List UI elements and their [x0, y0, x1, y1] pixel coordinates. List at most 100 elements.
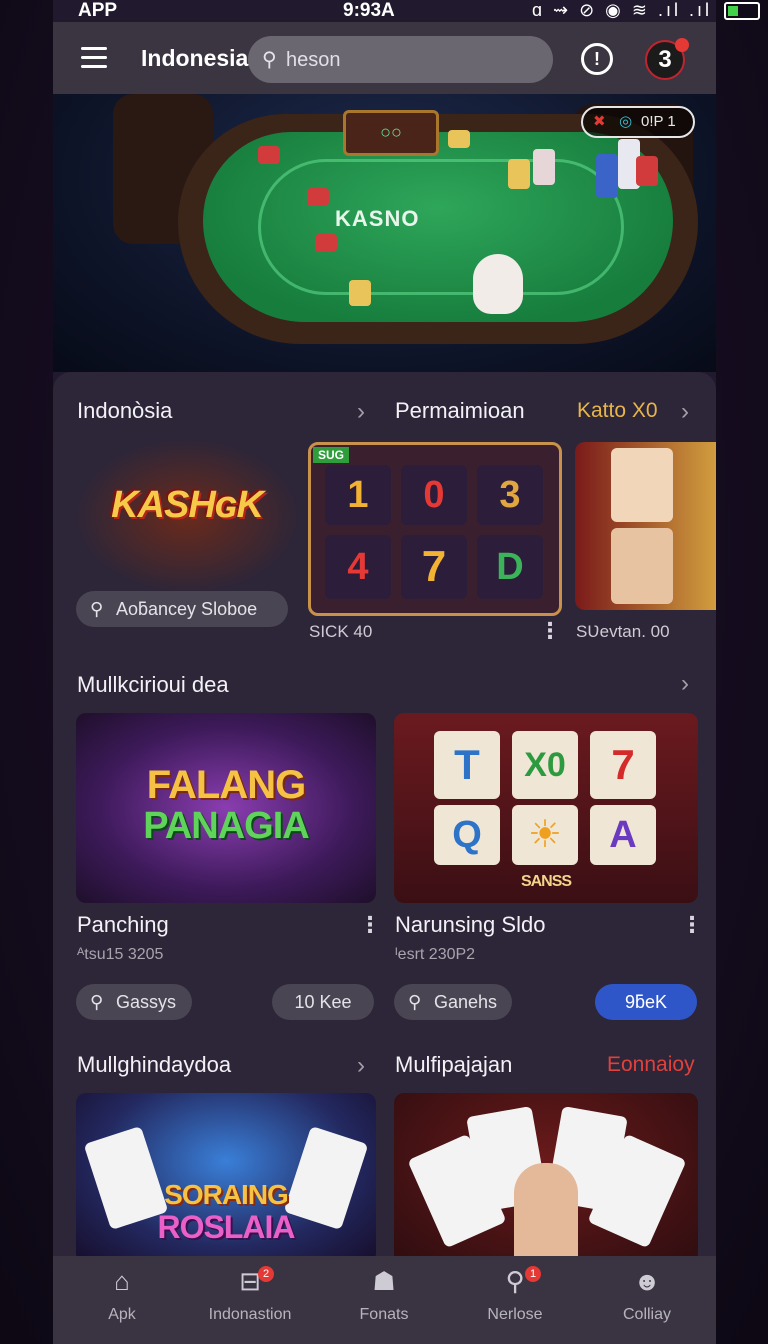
slot-reel: 3 [477, 465, 543, 525]
game-thumbnail[interactable]: FALANG PANAGIA [76, 713, 376, 903]
character-portrait [514, 1163, 578, 1256]
inbox-icon: ⊟ [239, 1266, 261, 1296]
character-portrait [611, 448, 673, 522]
game-title[interactable]: Panching [77, 912, 169, 938]
chip-stack-icon [315, 234, 337, 252]
game-label: SICK 40 [309, 622, 373, 641]
more-options-icon[interactable]: ⋮ [681, 912, 703, 938]
game-thumb-subtitle: ROSLAIA [157, 1209, 296, 1245]
nav-item-nerlose[interactable]: ⚲ 1 Nerlose [455, 1266, 575, 1324]
slot-reel: 7 [590, 731, 656, 799]
slot-reel: 0 [401, 465, 467, 525]
nav-label: Nerlose [487, 1306, 543, 1323]
chevron-right-icon[interactable]: › [357, 398, 365, 426]
profile-icon: ☻ [633, 1266, 661, 1296]
status-bar: APP 9:93A ɑ ⇝ ⊘ ◉ ≋ .ıl .ıl [0, 0, 768, 22]
battery-icon [724, 2, 760, 21]
game-title[interactable]: Narunsing Sldo [395, 912, 545, 938]
top-bar: Indonesia ⚲ ! 3 [53, 22, 716, 94]
search-chip-label: Ganehs [434, 992, 498, 1012]
coin-icon: ◎ [619, 113, 633, 130]
chip-stack-icon [258, 146, 280, 164]
filter-chip[interactable]: 10 Kee [272, 984, 374, 1020]
nav-item-colliay[interactable]: ☻ Colliay [587, 1266, 707, 1324]
game-thumbnail[interactable]: T X0 7 Q ☀ A SANSS [394, 713, 698, 903]
chip-stack-icon [533, 149, 555, 185]
slot-reel: 7 [401, 535, 467, 599]
game-card[interactable]: KASHɢK [77, 440, 297, 592]
search-chip[interactable]: ⚲ Aoƃancey Sloboe [76, 591, 288, 627]
chip-stack-icon [596, 154, 618, 198]
character-portrait [611, 528, 673, 604]
chip-stack-icon [508, 159, 530, 189]
slot-reel: ☀ [512, 805, 578, 865]
section-title: Mullkcirioui dea [77, 672, 229, 697]
nav-item-indonastion[interactable]: ⊟ 2 Indonastion [190, 1266, 310, 1324]
game-thumb-title: FALANG [146, 763, 306, 807]
game-subtitle: ᴵesrt 230P2 [395, 946, 476, 963]
app-screen: Indonesia ⚲ ! 3 KASNO ○○ ✖ ◎ 0!P [53, 0, 716, 1344]
game-thumb-caption: SANSS [520, 873, 572, 890]
section-title: Indonòsia [77, 398, 173, 423]
hero-badge[interactable]: ✖ ◎ 0!P 1 [581, 106, 695, 138]
more-options-icon[interactable]: ⋮ [359, 912, 381, 938]
section-title: Mulfipajajan [395, 1052, 513, 1077]
chip-stack-icon [349, 280, 371, 306]
chip-stack-icon [307, 188, 329, 206]
slot-game-card[interactable]: SUG 1 0 3 4 7 D [308, 442, 562, 616]
hamburger-menu-icon[interactable] [81, 47, 107, 68]
people-icon: ☗ [372, 1266, 396, 1296]
primary-chip[interactable]: 9ƃeK [595, 984, 697, 1020]
more-options-icon[interactable]: ⋮ [539, 618, 561, 644]
chevron-right-icon[interactable]: › [357, 1052, 365, 1080]
content-panel: Indonòsia › Permaimioan Katto X0 › KASHɢ… [53, 372, 716, 1256]
search-icon: ⚲ [90, 599, 104, 619]
game-thumb-title: SORAING [164, 1179, 289, 1210]
search-icon: ⚲ [262, 49, 277, 71]
game-badge: SUG [313, 447, 350, 463]
slot-reel: Q [434, 805, 500, 865]
signal-icons: ɑ ⇝ ⊘ ◉ ≋ .ıl .ıl [532, 0, 712, 20]
game-thumbnail[interactable]: SORAING ROSLAIA [76, 1093, 376, 1256]
close-icon: ✖ [593, 113, 606, 130]
avatar[interactable]: 3 [645, 38, 689, 80]
chevron-right-icon[interactable]: › [681, 670, 689, 698]
notification-dot [675, 38, 689, 52]
bottom-nav: ⌂ Apk ⊟ 2 Indonastion ☗ Fonats ⚲ 1 Nerlo… [53, 1256, 716, 1344]
section-title: Mullghindaydoa [77, 1052, 232, 1077]
section-accent-link[interactable]: Katto X0 [577, 399, 658, 423]
section-accent-link[interactable]: Eonnaioy [607, 1053, 695, 1077]
search-chip[interactable]: ⚲ Ganehs [394, 984, 512, 1020]
search-chip[interactable]: ⚲ Gassys [76, 984, 192, 1020]
game-thumbnail[interactable] [394, 1093, 698, 1256]
chip-stack-icon [448, 130, 470, 148]
region-label[interactable]: Indonesia [141, 45, 248, 72]
slot-reel: X0 [512, 731, 578, 799]
search-icon: ⚲ [408, 992, 422, 1012]
chevron-right-icon[interactable]: › [681, 398, 689, 426]
game-thumb-title: KASHɢK [111, 484, 264, 526]
section-title: Permaimioan [395, 398, 525, 423]
history-icon[interactable]: ! [581, 43, 613, 75]
mascot-character [473, 254, 523, 314]
slot-reel: 1 [325, 465, 391, 525]
table-brand: KASNO [335, 206, 420, 231]
status-time: 9:93A [343, 0, 395, 21]
game-thumb-subtitle: PANAGIA [143, 805, 309, 847]
hero-banner[interactable]: KASNO ○○ ✖ ◎ 0!P 1 [53, 94, 716, 372]
nav-item-apk[interactable]: ⌂ Apk [62, 1266, 182, 1324]
search-input[interactable] [284, 36, 538, 85]
slot-reel: D [477, 535, 543, 599]
nav-item-fonats[interactable]: ☗ Fonats [324, 1266, 444, 1324]
slot-reel: 4 [325, 535, 391, 599]
avatar-label: 3 [658, 46, 672, 73]
chip-stack-icon [636, 156, 658, 186]
search-bar[interactable]: ⚲ [248, 36, 553, 85]
nav-label: Colliay [622, 1306, 671, 1323]
search-icon: ⚲ [90, 992, 104, 1012]
nav-label: Apk [108, 1306, 136, 1323]
search-chip-label: Aoƃancey Sloboe [116, 599, 258, 619]
slot-game-card[interactable] [575, 442, 716, 610]
status-icons: ɑ ⇝ ⊘ ◉ ≋ .ıl .ıl [532, 0, 760, 21]
game-subtitle: ᴬtsu15 3205 [77, 946, 164, 963]
